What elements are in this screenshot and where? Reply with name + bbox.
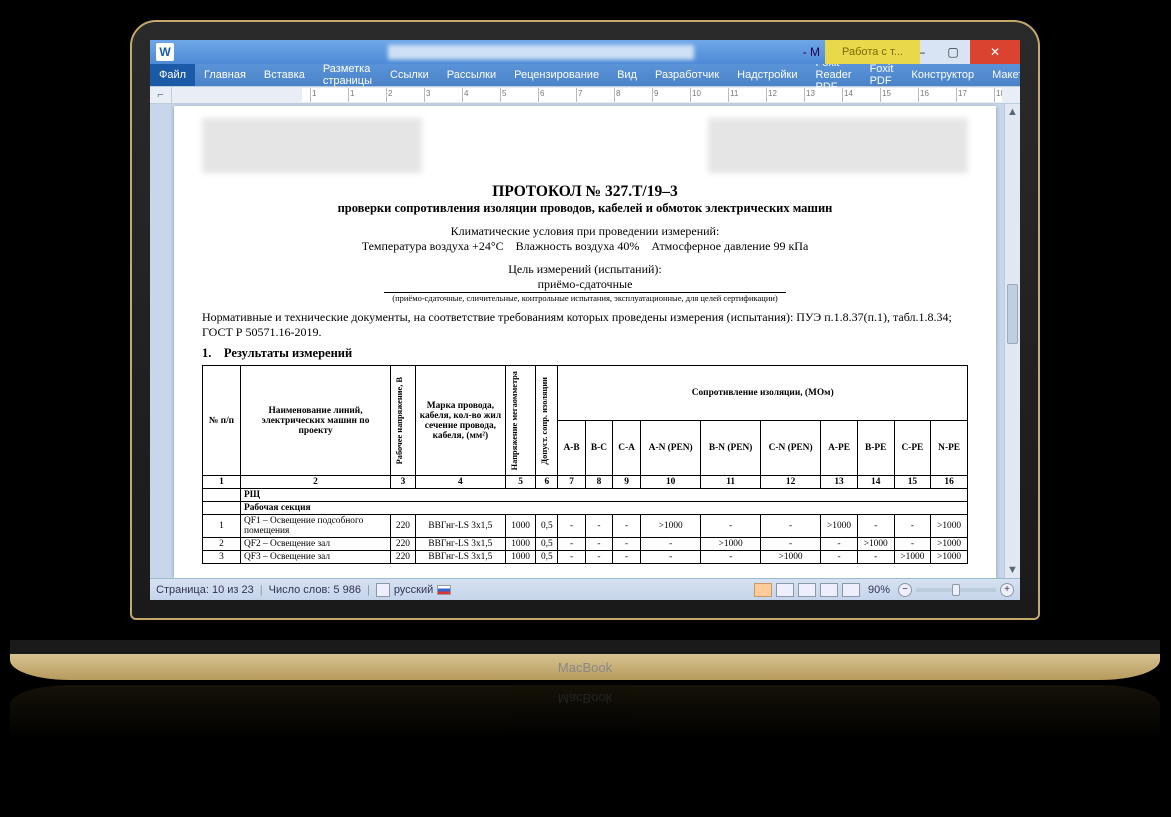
section-1-heading: 1. Результаты измерений bbox=[202, 346, 968, 361]
document-page[interactable]: ПРОТОКОЛ № 327.Т/19–3 проверки сопротивл… bbox=[174, 106, 996, 578]
col-cable: Марка провода, кабеля, кол-во жил сечени… bbox=[420, 401, 501, 441]
ribbon-tab-home[interactable]: Главная bbox=[195, 64, 255, 86]
ribbon-tab-layout[interactable]: Макет bbox=[983, 64, 1020, 86]
ribbon-tab-developer[interactable]: Разработчик bbox=[646, 64, 728, 86]
conditions-values: Температура воздуха +24°C Влажность возд… bbox=[202, 239, 968, 254]
ribbon-tab-foxitpdf[interactable]: Foxit PDF bbox=[861, 64, 903, 86]
word-icon: W bbox=[156, 43, 174, 61]
status-bar: Страница: 10 из 23 | Число слов: 5 986 |… bbox=[150, 578, 1020, 600]
laptop-reflection: MacBook bbox=[10, 685, 1160, 740]
ribbon-tab-view[interactable]: Вид bbox=[608, 64, 646, 86]
ribbon-tab-review[interactable]: Рецензирование bbox=[505, 64, 608, 86]
col-meg: Напряжение мегаомметра bbox=[509, 367, 520, 474]
scroll-thumb[interactable] bbox=[1007, 284, 1018, 344]
titlebar: W ████████████████████████████████████ -… bbox=[150, 40, 1020, 64]
ribbon-tab-references[interactable]: Ссылки bbox=[381, 64, 438, 86]
status-page[interactable]: Страница: 10 из 23 bbox=[156, 584, 254, 596]
protocol-subtitle: проверки сопротивления изоляции проводов… bbox=[202, 201, 968, 216]
status-word-count[interactable]: Число слов: 5 986 bbox=[269, 584, 361, 596]
ribbon-tab-file[interactable]: Файл bbox=[150, 64, 195, 86]
col-voltage: Рабочее напряжение, В bbox=[394, 373, 405, 468]
col-ca: C-A bbox=[613, 421, 641, 476]
col-allow: Допуст. сопр. изоляции bbox=[539, 373, 550, 469]
col-ab: A-B bbox=[558, 421, 585, 476]
table-group-row: Рабочая секция bbox=[203, 502, 968, 515]
purpose-value: приёмо-сдаточные bbox=[202, 277, 968, 292]
header-right-blur bbox=[708, 118, 968, 173]
contextual-tab-tablework[interactable]: Работа с т... bbox=[825, 40, 920, 64]
header-left-blur bbox=[202, 118, 422, 173]
zoom-out-button[interactable]: − bbox=[898, 583, 912, 597]
zoom-percent[interactable]: 90% bbox=[868, 584, 890, 596]
ribbon-tab-mailings[interactable]: Рассылки bbox=[438, 64, 505, 86]
col-npe: N-PE bbox=[931, 421, 968, 476]
purpose-heading: Цель измерений (испытаний): bbox=[202, 262, 968, 277]
table-row: 1QF1 – Освещение подсобного помещения220… bbox=[203, 515, 968, 538]
word-app-window: W ████████████████████████████████████ -… bbox=[150, 40, 1020, 600]
ribbon-tabs: Файл Главная Вставка Разметка страницы С… bbox=[150, 64, 1020, 86]
col-an: A-N (PEN) bbox=[641, 421, 701, 476]
view-outline[interactable] bbox=[820, 583, 838, 597]
zoom-in-button[interactable]: + bbox=[1000, 583, 1014, 597]
ribbon-tab-insert[interactable]: Вставка bbox=[255, 64, 314, 86]
purpose-footnote: (приёмо-сдаточные, сличительные, контрол… bbox=[384, 292, 786, 303]
table-row: 2QF2 – Освещение зал220ВВГнг-LS 3x1,5100… bbox=[203, 538, 968, 551]
ribbon-tab-pagelayout[interactable]: Разметка страницы bbox=[314, 64, 381, 86]
conditions-heading: Климатические условия при проведении изм… bbox=[202, 224, 968, 239]
ruler-toggle[interactable]: ⌐ bbox=[150, 87, 172, 103]
spellcheck-icon[interactable] bbox=[376, 583, 390, 597]
view-print-layout[interactable] bbox=[754, 583, 772, 597]
col-name: Наименование линий, электрических машин … bbox=[262, 406, 370, 436]
status-language[interactable]: русский bbox=[394, 584, 433, 596]
ruler-bar: ⌐ 112345678910111213141516171819 bbox=[150, 86, 1020, 104]
laptop-base: MacBook bbox=[10, 640, 1160, 680]
view-web[interactable] bbox=[798, 583, 816, 597]
col-cpe: C-PE bbox=[894, 421, 931, 476]
horizontal-ruler[interactable]: 112345678910111213141516171819 bbox=[302, 88, 1002, 102]
col-bn: B-N (PEN) bbox=[701, 421, 761, 476]
col-bpe: B-PE bbox=[857, 421, 894, 476]
document-title-blur: ████████████████████████████████████ bbox=[180, 45, 902, 59]
ribbon-tab-design[interactable]: Конструктор bbox=[902, 64, 983, 86]
window-maximize-button[interactable]: ▢ bbox=[936, 40, 970, 64]
window-close-button[interactable]: ✕ bbox=[970, 40, 1020, 64]
col-cn: C-N (PEN) bbox=[760, 421, 820, 476]
table-row: 3QF3 – Освещение зал220ВВГнг-LS 3x1,5100… bbox=[203, 551, 968, 564]
table-group-row: РЩ bbox=[203, 489, 968, 502]
col-ape: A-PE bbox=[821, 421, 858, 476]
col-bc: B-C bbox=[585, 421, 612, 476]
normative-docs: Нормативные и технические документы, на … bbox=[202, 310, 968, 340]
view-fullscreen[interactable] bbox=[776, 583, 794, 597]
flag-icon bbox=[437, 585, 451, 595]
scroll-down-arrow[interactable]: ▼ bbox=[1005, 562, 1020, 578]
scroll-up-arrow[interactable]: ▲ bbox=[1005, 104, 1020, 120]
vertical-scrollbar[interactable]: ▲ ▼ bbox=[1004, 104, 1020, 578]
col-n: № п/п bbox=[209, 416, 234, 426]
zoom-slider-knob[interactable] bbox=[952, 584, 960, 596]
col-group-resistance: Сопротивление изоляции, (МОм) bbox=[692, 388, 834, 398]
table-body: РЩ Рабочая секция1QF1 – Освещение подсоб… bbox=[203, 489, 968, 564]
title-suffix: - М bbox=[803, 45, 820, 59]
ribbon-tab-foxitreader[interactable]: Foxit Reader PDF bbox=[807, 64, 861, 86]
protocol-title: ПРОТОКОЛ № 327.Т/19–3 bbox=[202, 183, 968, 201]
zoom-slider[interactable] bbox=[916, 588, 996, 592]
results-table: № п/п Наименование линий, электрических … bbox=[202, 365, 968, 564]
ribbon-tab-addins[interactable]: Надстройки bbox=[728, 64, 806, 86]
document-area[interactable]: ПРОТОКОЛ № 327.Т/19–3 проверки сопротивл… bbox=[150, 104, 1020, 578]
view-draft[interactable] bbox=[842, 583, 860, 597]
